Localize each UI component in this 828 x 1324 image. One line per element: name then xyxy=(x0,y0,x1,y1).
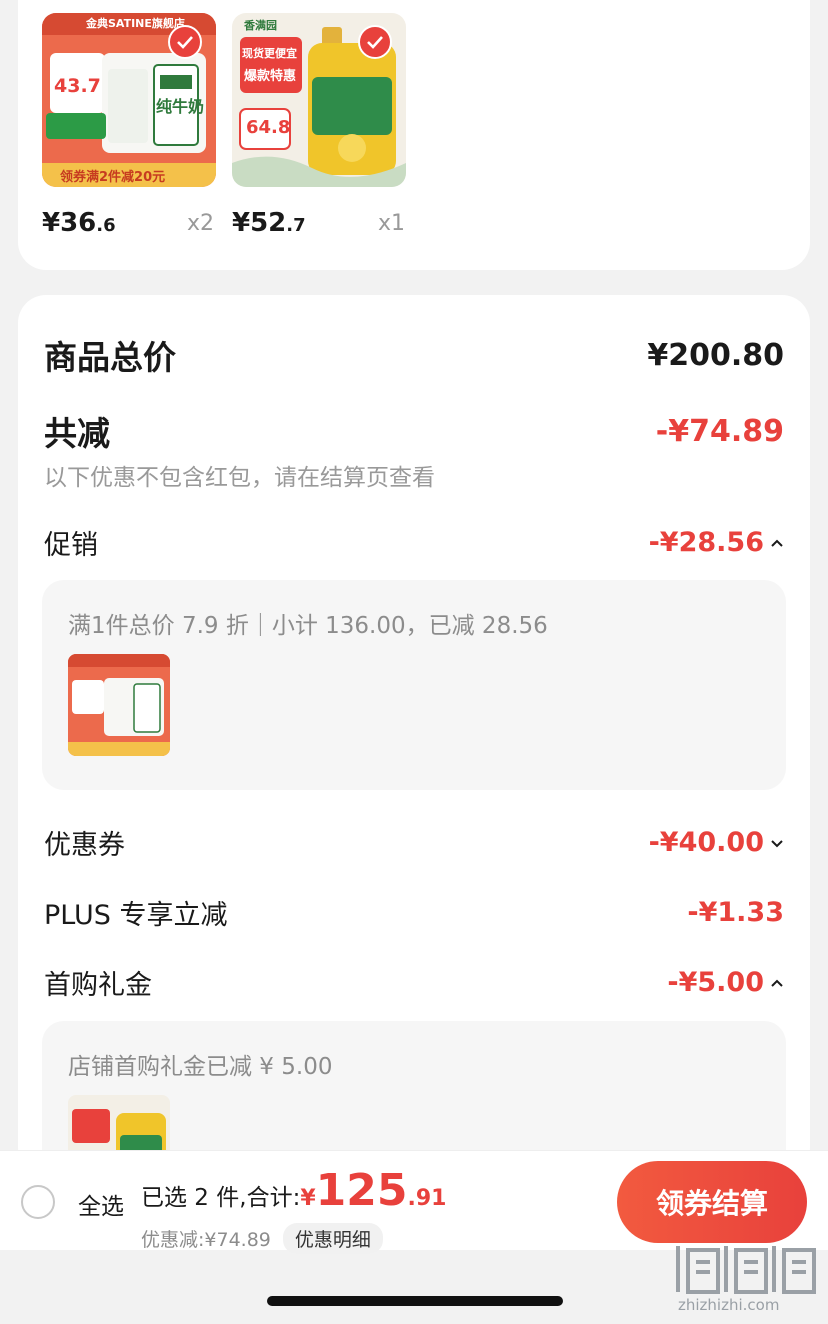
select-all-radio[interactable] xyxy=(21,1185,55,1219)
product-brand-text-oil: 香满园 xyxy=(244,19,277,32)
saved-amount: 优惠减:¥74.89 xyxy=(141,1229,271,1251)
chevron-up-icon xyxy=(771,979,783,987)
promotion-label: 促销 xyxy=(44,530,98,561)
check-icon xyxy=(177,36,193,49)
product-banner-line1: 现货更便宜 xyxy=(242,47,297,60)
promotion-row[interactable]: 促销 -¥28.56 xyxy=(44,523,784,562)
product-label-text: 纯牛奶 xyxy=(156,97,205,116)
check-icon xyxy=(367,36,383,49)
product-qty: x2 xyxy=(187,211,215,236)
selected-count-text: 已选 2 件,合计: xyxy=(141,1185,301,1211)
promotion-detail-panel: 满1件总价 7.9 折｜小计 136.00，已减 28.56 xyxy=(42,580,786,790)
promotion-detail-text: 满1件总价 7.9 折｜小计 136.00，已减 28.56 xyxy=(68,613,548,639)
total-amount-int: 125 xyxy=(315,1165,408,1216)
promotion-value: -¥28.56 xyxy=(648,527,764,558)
plus-discount-label: PLUS 专享立减 xyxy=(44,900,228,931)
product-price-dec: .6 xyxy=(96,215,116,236)
product-item-milk[interactable]: 金典SATINE旗舰店 43.7 纯牛奶 领券满2件减20元 ¥36.6 x2 xyxy=(42,13,216,238)
coupon-row[interactable]: 优惠券 -¥40.00 xyxy=(44,823,784,862)
product-qty: x1 xyxy=(378,211,406,236)
checkout-button[interactable]: 领券结算 xyxy=(617,1161,807,1243)
product-price: ¥52.7 xyxy=(232,208,306,238)
coupon-label: 优惠券 xyxy=(44,830,125,861)
redpacket-note: 以下优惠不包含红包，请在结算页查看 xyxy=(44,465,435,491)
plus-discount-value: -¥1.33 xyxy=(687,897,784,928)
discount-detail-button[interactable]: 优惠明细 xyxy=(282,1223,383,1254)
home-indicator[interactable] xyxy=(267,1296,563,1306)
product-price-int: ¥36 xyxy=(42,208,97,238)
chevron-up-icon xyxy=(771,539,783,547)
checkout-bar: 全选 已选 2 件,合计: ¥ 125 .91 优惠减:¥74.89 优惠明细 … xyxy=(0,1150,828,1254)
total-reduce-row: 共减 -¥74.89 xyxy=(44,407,784,455)
total-price-row: 商品总价 ¥200.80 xyxy=(44,331,784,379)
coupon-value-wrap[interactable]: -¥40.00 xyxy=(649,827,784,858)
total-price-label: 商品总价 xyxy=(44,338,176,377)
first-purchase-value-wrap[interactable]: -¥5.00 xyxy=(667,967,784,998)
first-purchase-label: 首购礼金 xyxy=(44,970,152,1001)
product-price-dec: .7 xyxy=(286,215,306,236)
product-selected-check[interactable] xyxy=(358,25,392,59)
total-currency: ¥ xyxy=(300,1186,316,1211)
product-item-oil[interactable]: 香满园 现货更便宜 爆款特惠 64.8 ¥52.7 x1 xyxy=(232,13,406,238)
product-selected-check[interactable] xyxy=(168,25,202,59)
chevron-down-icon xyxy=(771,839,783,847)
plus-discount-row: PLUS 专享立减 -¥1.33 xyxy=(44,893,784,932)
first-purchase-row[interactable]: 首购礼金 -¥5.00 xyxy=(44,963,784,1002)
cart-total-line: 已选 2 件,合计: ¥ 125 .91 xyxy=(141,1165,446,1216)
first-purchase-detail-text: 店铺首购礼金已减 ¥ 5.00 xyxy=(68,1054,333,1080)
selected-products-card: 金典SATINE旗舰店 43.7 纯牛奶 领券满2件减20元 ¥36.6 x2 xyxy=(18,0,810,270)
product-image-oil[interactable]: 香满园 现货更便宜 爆款特惠 64.8 xyxy=(232,13,406,187)
promotion-product-thumb[interactable] xyxy=(68,654,170,756)
product-promo-price-oil: 64.8 xyxy=(246,117,291,138)
product-banner-line2: 爆款特惠 xyxy=(244,69,297,84)
promotion-value-wrap[interactable]: -¥28.56 xyxy=(649,527,784,558)
product-promo-price: 43.7 xyxy=(54,75,101,97)
watermark-glyphs xyxy=(676,1246,816,1294)
saved-line: 优惠减:¥74.89 优惠明细 xyxy=(141,1223,383,1254)
price-summary-card: 商品总价 ¥200.80 共减 -¥74.89 以下优惠不包含红包，请在结算页查… xyxy=(18,295,810,1197)
total-reduce-value: -¥74.89 xyxy=(655,413,784,449)
coupon-value: -¥40.00 xyxy=(648,827,764,858)
watermark-logo: zhizhizhi.com xyxy=(674,1242,824,1322)
product-price: ¥36.6 xyxy=(42,208,116,238)
total-price-value: ¥200.80 xyxy=(647,337,784,373)
product-price-int: ¥52 xyxy=(232,208,287,238)
product-image-milk[interactable]: 金典SATINE旗舰店 43.7 纯牛奶 领券满2件减20元 xyxy=(42,13,216,187)
watermark-text: zhizhizhi.com xyxy=(678,1296,780,1314)
product-coupon-text: 领券满2件减20元 xyxy=(60,170,166,185)
total-reduce-label: 共减 xyxy=(44,414,110,453)
first-purchase-value: -¥5.00 xyxy=(667,967,764,998)
product-brand-text: 金典SATINE旗舰店 xyxy=(86,17,185,30)
total-amount-dec: .91 xyxy=(407,1186,447,1211)
select-all-label[interactable]: 全选 xyxy=(78,1187,124,1221)
